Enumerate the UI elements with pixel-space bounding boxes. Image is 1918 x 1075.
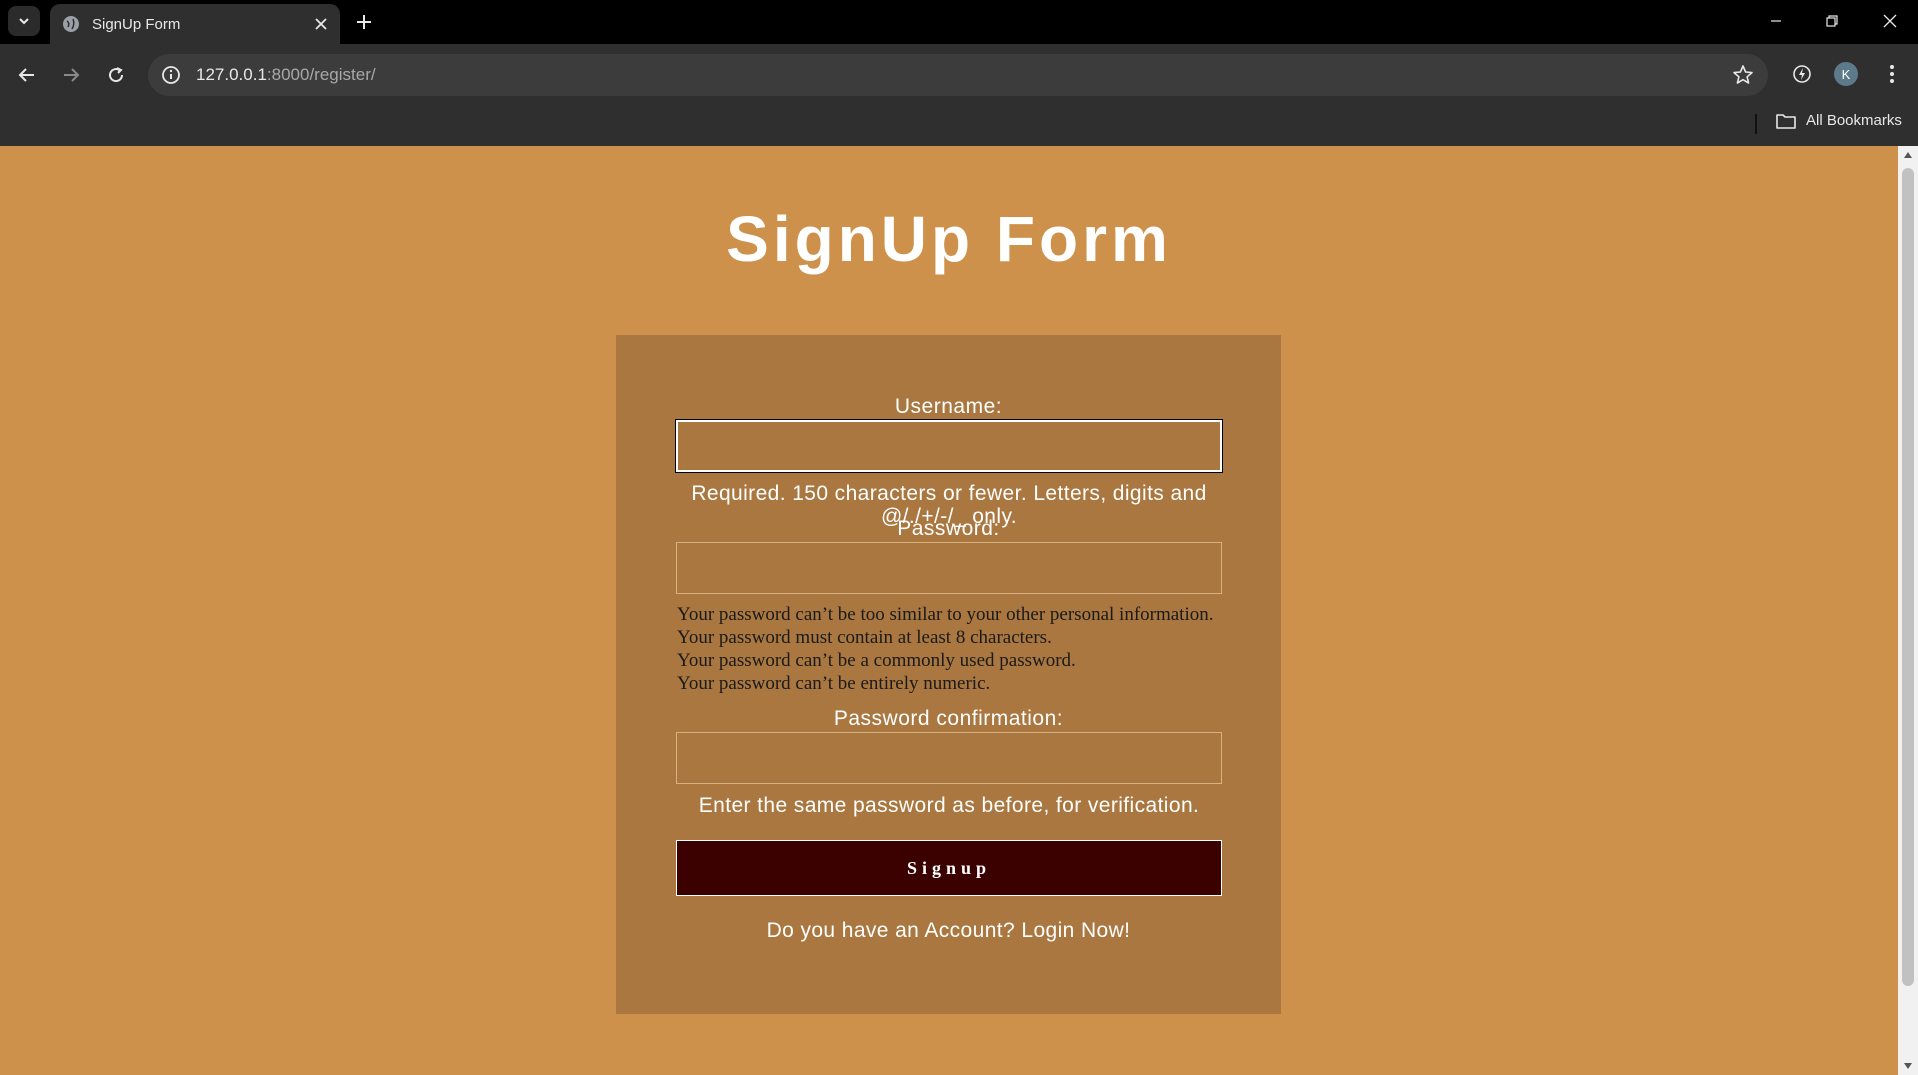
arrow-left-icon <box>18 68 34 82</box>
password-rule: Your password can’t be a commonly used p… <box>677 650 1076 671</box>
password-confirmation-label: Password confirmation: <box>833 707 1064 730</box>
account-prompt-text: Do you have an Account? <box>766 919 1016 942</box>
new-tab-button[interactable] <box>352 10 376 34</box>
page-viewport: SignUp Form Username: Required. 150 char… <box>0 146 1898 1075</box>
signup-form: Username: Required. 150 characters or fe… <box>616 335 1281 1014</box>
close-window-button[interactable] <box>1870 8 1910 34</box>
page-scrollbar[interactable] <box>1898 146 1918 1075</box>
login-link[interactable]: Login Now! <box>1021 919 1130 942</box>
bookmarks-bar: All Bookmarks <box>0 106 1918 146</box>
bookmarks-divider <box>1755 114 1757 134</box>
password-rules: Your password can’t be too similar to yo… <box>677 603 1223 695</box>
all-bookmarks-button[interactable]: All Bookmarks <box>1776 112 1902 129</box>
password-rule: Your password can’t be too similar to yo… <box>677 604 1214 625</box>
close-tab-button[interactable] <box>312 15 330 33</box>
chevron-down-icon <box>19 18 29 25</box>
password-label: Password: <box>897 517 1000 540</box>
all-bookmarks-label: All Bookmarks <box>1806 112 1902 129</box>
star-icon[interactable] <box>1732 64 1754 86</box>
restore-button[interactable] <box>1812 8 1852 34</box>
tab-title: SignUp Form <box>92 15 181 33</box>
password-confirmation-help: Enter the same password as before, for v… <box>698 794 1200 817</box>
password-rule: Your password must contain at least 8 ch… <box>677 627 1052 648</box>
reload-icon <box>109 67 124 83</box>
browser-toolbar: 127.0.0.1:8000/register/ K <box>0 44 1918 106</box>
back-button[interactable] <box>12 60 42 90</box>
username-input[interactable] <box>675 419 1223 473</box>
arrow-right-icon <box>64 68 80 82</box>
login-prompt: Do you have an Account? Login Now! <box>616 919 1281 943</box>
signup-button[interactable]: Signup <box>676 840 1222 896</box>
globe-icon <box>63 16 79 32</box>
password-confirmation-input[interactable] <box>676 732 1222 784</box>
address-bar[interactable]: 127.0.0.1:8000/register/ <box>148 54 1768 96</box>
tab-search-button[interactable] <box>8 6 40 36</box>
reload-button[interactable] <box>101 60 131 90</box>
folder-icon <box>1776 113 1796 129</box>
forward-button[interactable] <box>56 60 86 90</box>
more-vertical-icon <box>1890 65 1894 83</box>
minimize-icon <box>1771 20 1781 22</box>
menu-button[interactable] <box>1880 60 1904 88</box>
tab-strip: SignUp Form <box>0 0 1918 44</box>
url-host: 127.0.0.1 <box>196 65 267 84</box>
url-path: :8000/register/ <box>266 65 376 84</box>
close-icon <box>315 18 327 30</box>
minimize-button[interactable] <box>1756 8 1796 34</box>
username-label: Username: <box>894 395 1003 418</box>
page-title: SignUp Form <box>726 203 1172 275</box>
scroll-up-arrow[interactable] <box>1904 152 1912 158</box>
extensions-button[interactable] <box>1788 60 1816 88</box>
avatar[interactable]: K <box>1834 62 1858 86</box>
password-input[interactable] <box>676 542 1222 594</box>
info-icon[interactable] <box>160 64 182 86</box>
url-text: 127.0.0.1:8000/register/ <box>196 65 376 85</box>
restore-icon <box>1826 15 1838 27</box>
scroll-thumb[interactable] <box>1902 168 1914 986</box>
lightning-icon <box>1793 65 1811 83</box>
active-tab[interactable]: SignUp Form <box>50 4 340 44</box>
plus-icon <box>357 15 371 29</box>
close-icon <box>1883 14 1897 28</box>
scroll-down-arrow[interactable] <box>1904 1063 1912 1069</box>
password-rule: Your password can’t be entirely numeric. <box>677 673 991 694</box>
